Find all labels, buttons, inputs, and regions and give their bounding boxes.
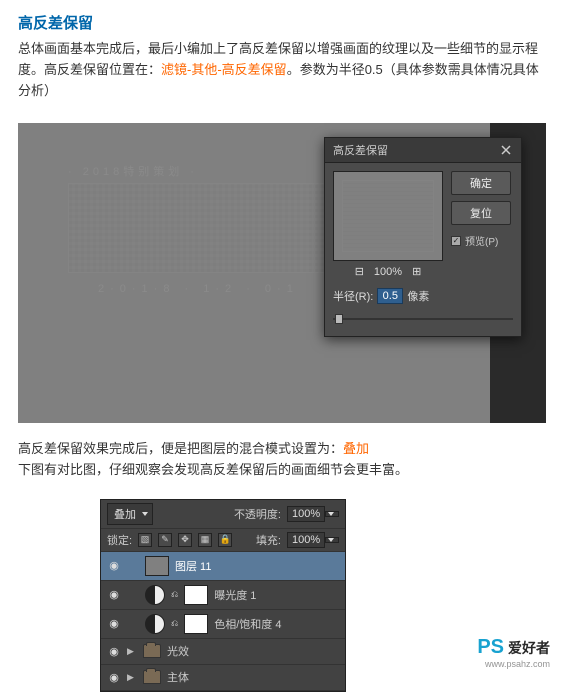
layer-row[interactable]: ◉ ⎌ 曝光度 1 bbox=[101, 581, 345, 610]
photoshop-canvas-area: · 2018特别策划 · 2·0·1·8 · 1·2 · 0·1 高反差保留 ⊟… bbox=[18, 123, 546, 423]
layer-row[interactable]: ◉ 图层 11 bbox=[101, 552, 345, 581]
ok-button[interactable]: 确定 bbox=[451, 171, 511, 195]
layer-name: 光效 bbox=[167, 643, 189, 659]
close-icon[interactable] bbox=[499, 143, 513, 157]
lock-label: 锁定: bbox=[107, 532, 132, 548]
visibility-icon[interactable]: ◉ bbox=[107, 617, 121, 630]
layer-row[interactable]: ◉ ▶ 主体 bbox=[101, 665, 345, 691]
section2-line1-pre: 高反差保留效果完成后，便是把图层的混合模式设置为： bbox=[18, 441, 343, 456]
visibility-icon[interactable]: ◉ bbox=[107, 671, 121, 684]
slider-thumb-icon[interactable] bbox=[335, 314, 343, 324]
lock-position-icon[interactable]: ✥ bbox=[178, 533, 192, 547]
radius-label: 半径(R): bbox=[333, 288, 373, 304]
visibility-icon[interactable]: ◉ bbox=[107, 588, 121, 601]
folder-icon bbox=[143, 670, 161, 684]
lock-transparency-icon[interactable]: ▧ bbox=[138, 533, 152, 547]
blend-mode-select[interactable]: 叠加 bbox=[107, 503, 153, 525]
section2-line1-orange: 叠加 bbox=[343, 441, 369, 456]
body-orange: 滤镜-其他-高反差保留 bbox=[161, 62, 287, 77]
zoom-value: 100% bbox=[374, 266, 402, 278]
zoom-in-button[interactable]: ⊞ bbox=[412, 265, 421, 278]
watermark-brand: PS bbox=[477, 636, 504, 659]
mask-thumbnail bbox=[184, 614, 208, 634]
disclosure-icon[interactable]: ▶ bbox=[127, 646, 137, 657]
fill-dropdown-icon[interactable] bbox=[325, 537, 339, 543]
adjustment-icon bbox=[145, 585, 165, 605]
opacity-label: 不透明度: bbox=[234, 506, 281, 522]
layer-row[interactable]: ◉ ▶ 光效 bbox=[101, 639, 345, 665]
canvas-faint-art bbox=[68, 183, 348, 273]
preview-checkbox[interactable]: ✓ 预览(P) bbox=[451, 233, 511, 248]
fill-input[interactable]: 100% bbox=[287, 532, 325, 548]
layer-row[interactable]: ◉ ⎌ 色相/饱和度 4 bbox=[101, 610, 345, 639]
lock-paint-icon[interactable]: ✎ bbox=[158, 533, 172, 547]
radius-unit: 像素 bbox=[407, 288, 429, 304]
checkbox-icon: ✓ bbox=[451, 236, 461, 246]
fill-label: 填充: bbox=[256, 532, 281, 548]
watermark: PS 爱好者 www.psahz.com bbox=[477, 636, 550, 659]
layer-name: 主体 bbox=[167, 669, 189, 685]
reset-button[interactable]: 复位 bbox=[451, 201, 511, 225]
watermark-zh: 爱好者 bbox=[508, 638, 550, 658]
dialog-preview bbox=[333, 171, 443, 261]
opacity-input[interactable]: 100% bbox=[287, 506, 325, 522]
mask-thumbnail bbox=[184, 585, 208, 605]
canvas-faint-date: 2·0·1·8 · 1·2 · 0·1 bbox=[98, 283, 299, 295]
preview-label: 预览(P) bbox=[465, 233, 498, 248]
visibility-icon[interactable]: ◉ bbox=[107, 559, 121, 572]
link-icon: ⎌ bbox=[171, 618, 178, 629]
lock-all-icon[interactable]: 🔒 bbox=[218, 533, 232, 547]
zoom-out-button[interactable]: ⊟ bbox=[355, 265, 364, 278]
opacity-dropdown-icon[interactable] bbox=[325, 511, 339, 517]
canvas-faint-subtitle: · 2018特别策划 · bbox=[68, 163, 198, 179]
visibility-icon[interactable]: ◉ bbox=[107, 645, 121, 658]
layer-name: 曝光度 1 bbox=[214, 587, 256, 603]
section2-line2: 下图有对比图，仔细观察会发现高反差保留后的画面细节会更丰富。 bbox=[18, 462, 408, 477]
radius-input[interactable]: 0.5 bbox=[377, 288, 403, 304]
link-icon: ⎌ bbox=[171, 589, 178, 600]
section2-body: 高反差保留效果完成后，便是把图层的混合模式设置为：叠加 下图有对比图，仔细观察会… bbox=[18, 439, 546, 481]
section-body: 总体画面基本完成后，最后小编加上了高反差保留以增强画面的纹理以及一些细节的显示程… bbox=[18, 39, 546, 101]
section-heading: 高反差保留 bbox=[18, 12, 546, 33]
disclosure-icon[interactable]: ▶ bbox=[127, 672, 137, 683]
layer-name: 色相/饱和度 4 bbox=[214, 616, 281, 632]
layers-panel: 叠加 不透明度: 100% 锁定: ▧ ✎ ✥ ▦ 🔒 填充: 100% ◉ bbox=[100, 499, 346, 692]
high-pass-dialog: 高反差保留 ⊟ 100% ⊞ 确定 复位 bbox=[324, 137, 522, 337]
layer-thumbnail bbox=[145, 556, 169, 576]
dialog-title: 高反差保留 bbox=[333, 142, 388, 158]
radius-slider[interactable] bbox=[333, 312, 513, 326]
folder-icon bbox=[143, 644, 161, 658]
layer-name: 图层 11 bbox=[175, 558, 211, 574]
watermark-url: www.psahz.com bbox=[485, 659, 550, 669]
adjustment-icon bbox=[145, 614, 165, 634]
lock-artboard-icon[interactable]: ▦ bbox=[198, 533, 212, 547]
